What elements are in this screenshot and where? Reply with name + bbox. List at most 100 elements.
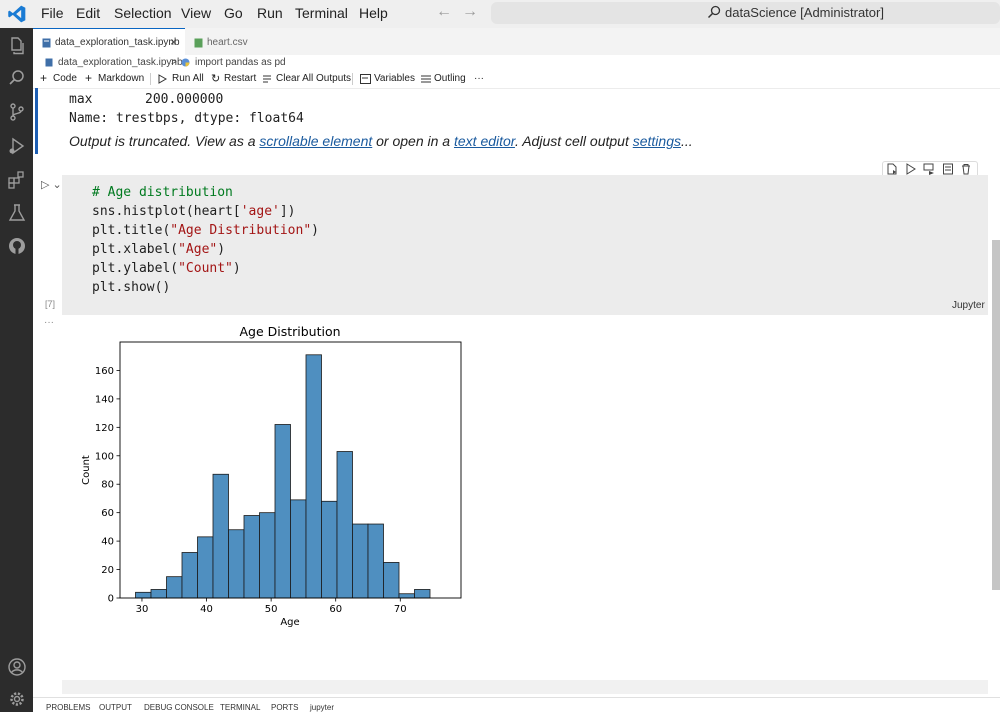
histogram-bar <box>197 536 214 599</box>
settings-link[interactable]: settings <box>633 133 681 149</box>
vscode-logo-icon[interactable] <box>6 4 28 24</box>
panel-tab-problems[interactable]: PROBLEMS <box>46 703 90 712</box>
panel-tab-debug-console[interactable]: DEBUG CONSOLE <box>144 703 214 712</box>
vertical-scrollbar[interactable] <box>992 240 1000 590</box>
search-icon[interactable] <box>7 68 27 88</box>
menu-terminal[interactable]: Terminal <box>295 5 348 21</box>
account-icon[interactable] <box>7 657 27 677</box>
outline-button[interactable]: Outling <box>434 73 466 84</box>
y-tick-label: 80 <box>101 480 114 491</box>
truncated-text-1: Output is truncated. View as a <box>69 133 260 149</box>
settings-gear-icon[interactable] <box>7 689 27 709</box>
tab-close-icon[interactable]: × <box>170 35 177 49</box>
restart-button[interactable]: Restart <box>224 73 256 84</box>
panel-tab-terminal[interactable]: TERMINAL <box>220 703 260 712</box>
code-line: plt.ylabel("Count") <box>92 261 241 276</box>
histogram-bar <box>367 523 384 599</box>
y-tick-label: 40 <box>101 537 114 548</box>
command-center-text: dataScience [Administrator] <box>725 5 884 20</box>
breadcrumb-file[interactable]: data_exploration_task.ipynb <box>58 57 183 68</box>
histogram-bar <box>305 354 322 599</box>
output-actions-button[interactable]: ··· <box>44 317 54 328</box>
tab-notebook-label: data_exploration_task.ipynb <box>55 37 180 48</box>
code-token: plt.xlabel( <box>92 242 179 257</box>
delete-cell-icon[interactable] <box>960 163 972 175</box>
code-token: plt.title( <box>92 223 171 238</box>
code-line: sns.histplot(heart['age']) <box>92 204 296 219</box>
previous-cell-indicator <box>35 88 38 154</box>
next-cell[interactable] <box>62 680 988 694</box>
y-tick-label: 100 <box>95 451 114 462</box>
back-arrow-icon[interactable]: ← <box>436 3 452 21</box>
testing-icon[interactable] <box>7 203 27 223</box>
y-tick-label: 120 <box>95 423 114 434</box>
source-control-icon[interactable] <box>7 102 27 122</box>
code-line: plt.show() <box>92 280 170 295</box>
y-tick-label: 20 <box>101 565 114 576</box>
chart-title: Age Distribution <box>239 324 340 339</box>
truncated-text-2: or open in a <box>372 133 454 149</box>
code-token: # Age distribution <box>92 185 233 200</box>
clear-outputs-icon <box>263 75 271 83</box>
csv-file-icon <box>194 38 203 48</box>
python-icon <box>181 58 190 67</box>
kernel-language-label[interactable]: Jupyter <box>952 300 985 311</box>
panel-tab-ports[interactable]: PORTS <box>271 703 298 712</box>
menu-go[interactable]: Go <box>224 5 243 21</box>
code-token: "Count" <box>178 261 233 276</box>
x-axis-label: Age <box>280 617 299 628</box>
notebook-file-icon <box>42 38 51 48</box>
variables-button[interactable]: Variables <box>374 73 415 84</box>
menu-file[interactable]: File <box>41 5 64 21</box>
breadcrumb-cell[interactable]: import pandas as pd <box>195 57 286 68</box>
extensions-icon[interactable] <box>7 170 27 190</box>
y-tick-label: 0 <box>108 594 114 605</box>
plus-icon: + <box>85 71 93 85</box>
code-line: plt.xlabel("Age") <box>92 242 225 257</box>
panel-tab-output[interactable]: OUTPUT <box>99 703 132 712</box>
x-tick-label: 40 <box>200 604 213 615</box>
menu-help[interactable]: Help <box>359 5 388 21</box>
code-token: "Age" <box>178 242 218 257</box>
code-token: plt.ylabel( <box>92 261 179 276</box>
code-token: ) <box>311 223 319 238</box>
forward-arrow-icon[interactable]: → <box>462 3 478 21</box>
clear-all-outputs-button[interactable]: Clear All Outputs <box>276 73 351 84</box>
run-all-icon <box>158 74 167 84</box>
x-tick-label: 30 <box>136 604 149 615</box>
code-token: "Age Distribution" <box>170 223 312 238</box>
toolbar-divider <box>150 73 151 85</box>
code-token: plt.show() <box>92 280 171 295</box>
menu-selection[interactable]: Selection <box>114 5 172 21</box>
run-all-button[interactable]: Run All <box>172 73 204 84</box>
split-cell-icon[interactable] <box>942 163 954 175</box>
menu-view[interactable]: View <box>181 5 211 21</box>
x-tick-label: 50 <box>265 604 278 615</box>
add-markdown-cell-button[interactable]: Markdown <box>98 73 144 84</box>
code-token: ) <box>232 261 241 276</box>
panel-tab-jupyter[interactable]: jupyter <box>310 703 334 712</box>
more-actions-button[interactable]: ··· <box>474 73 484 84</box>
outline-icon <box>421 75 431 83</box>
histogram-bar <box>290 499 307 599</box>
execute-below-icon[interactable] <box>923 163 935 175</box>
execute-above-icon[interactable] <box>905 163 917 175</box>
run-cell-button[interactable]: ▷ ⌄ <box>41 178 62 191</box>
histogram-bar <box>352 523 369 599</box>
run-debug-icon[interactable] <box>7 136 27 156</box>
notebook-file-icon <box>45 58 53 67</box>
add-code-cell-button[interactable]: Code <box>53 73 77 84</box>
histogram-bar <box>135 591 152 599</box>
github-icon[interactable] <box>7 236 27 256</box>
menu-edit[interactable]: Edit <box>76 5 100 21</box>
explorer-icon[interactable] <box>7 36 27 56</box>
output-max-value: 200.000000 <box>145 92 224 107</box>
text-editor-link[interactable]: text editor <box>454 133 515 149</box>
x-tick-label: 70 <box>394 604 407 615</box>
variables-icon <box>360 74 371 84</box>
run-by-line-icon[interactable] <box>886 163 898 175</box>
code-line: # Age distribution <box>92 185 233 200</box>
scrollable-element-link[interactable]: scrollable element <box>259 133 372 149</box>
execution-count: [7] <box>45 299 56 309</box>
menu-run[interactable]: Run <box>257 5 283 21</box>
